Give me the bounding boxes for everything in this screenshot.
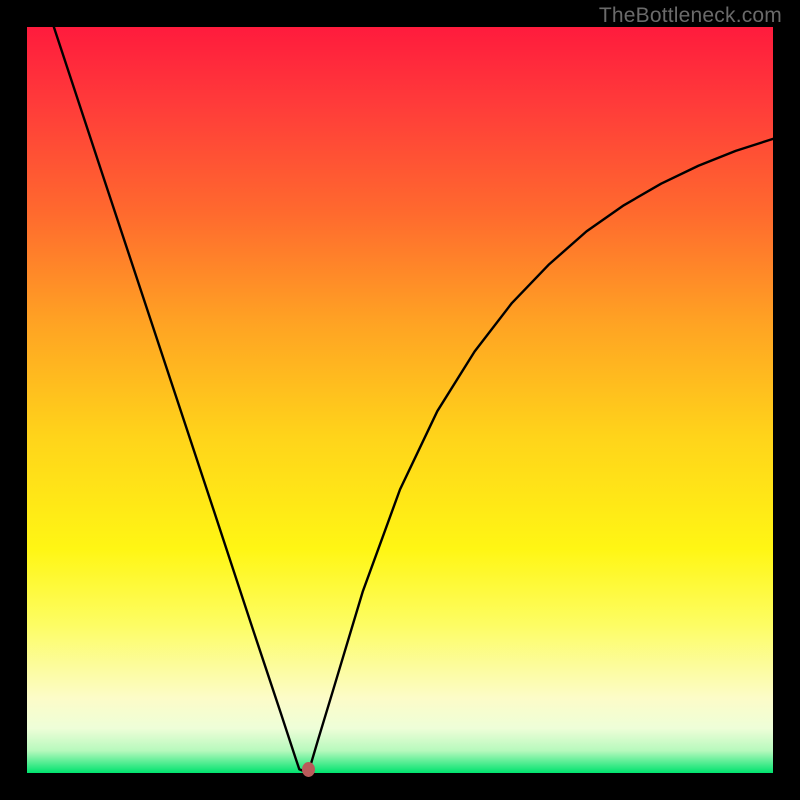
bottleneck-curve	[27, 27, 773, 773]
chart-container: TheBottleneck.com	[0, 0, 800, 800]
plot-frame	[27, 27, 773, 773]
curve-path	[54, 27, 773, 773]
minimum-marker	[302, 762, 315, 777]
watermark-text: TheBottleneck.com	[599, 4, 782, 28]
